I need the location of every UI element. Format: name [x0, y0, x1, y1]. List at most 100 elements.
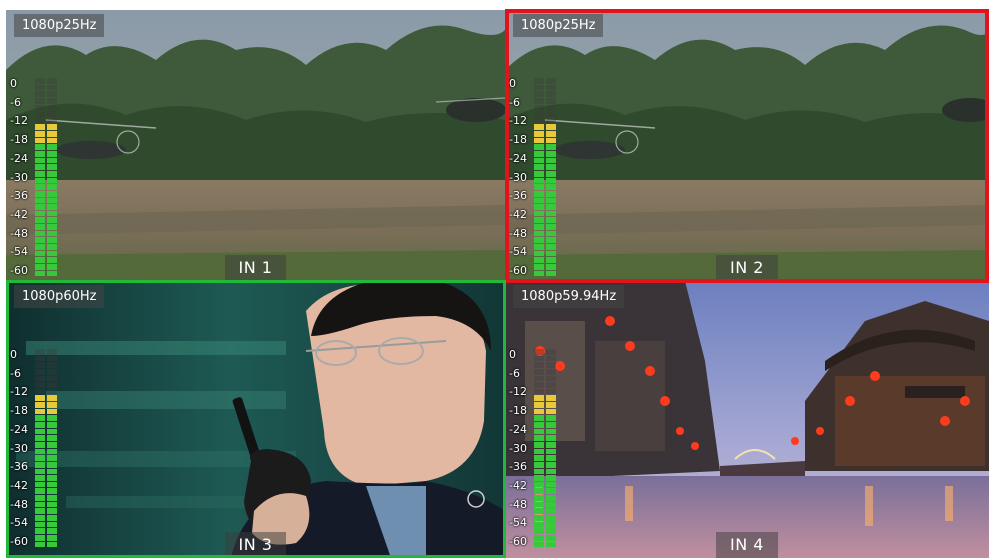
meter-segment: [47, 395, 57, 402]
meter-segment: [534, 270, 544, 277]
meter-segment: [546, 263, 556, 270]
meter-segment: [546, 428, 556, 435]
meter-bar-left: [534, 78, 544, 277]
input-tile-1[interactable]: 1080p25Hz 0 -6 -12 -18 -24 -30 -36 -42 -48 -54 -60…: [6, 10, 505, 281]
meter-segment: [546, 441, 556, 448]
meter-segment: [546, 521, 556, 528]
meter-segment: [47, 461, 57, 468]
meter-segment: [47, 415, 57, 422]
meter-segment: [35, 422, 45, 428]
meter-segment: [546, 131, 556, 137]
meter-segment: [534, 428, 544, 435]
meter-segment: [47, 441, 57, 448]
meter-segment: [47, 230, 57, 237]
meter-segment: [546, 375, 556, 382]
meter-segment: [534, 448, 544, 455]
audio-meter: 0 -6 -12 -18 -24 -30 -36 -42 -48 -54 -60: [509, 349, 561, 548]
meter-segment: [35, 461, 45, 468]
meter-segment: [35, 210, 45, 217]
meter-segment: [35, 515, 45, 521]
meter-scale: 0 -6 -12 -18 -24 -30 -36 -42 -48 -54 -60: [509, 78, 531, 276]
meter-segment: [47, 448, 57, 455]
meter-segment: [35, 250, 45, 257]
meter-segment: [47, 541, 57, 548]
meter-segment: [534, 375, 544, 382]
meter-tick-label: -6: [509, 367, 520, 380]
meter-segment: [47, 217, 57, 224]
meter-segment: [47, 144, 57, 151]
meter-bar-right: [546, 78, 556, 277]
meter-segment: [534, 395, 544, 402]
meter-segment: [534, 508, 544, 515]
meter-bar-left: [534, 349, 544, 548]
meter-segment: [534, 237, 544, 244]
meter-segment: [47, 124, 57, 131]
meter-segment: [546, 508, 556, 515]
meter-segment: [534, 515, 544, 521]
meter-segment: [35, 117, 45, 124]
meter-tick-label: -12: [509, 385, 527, 398]
meter-tick-label: -24: [509, 423, 527, 436]
meter-segment: [534, 402, 544, 408]
meter-segment: [35, 131, 45, 137]
meter-segment: [546, 210, 556, 217]
meter-segment: [35, 157, 45, 164]
audio-meter: 0 -6 -12 -18 -24 -30 -36 -42 -48 -54 -60: [10, 78, 62, 277]
meter-segment: [47, 84, 57, 91]
input-tile-4[interactable]: 1080p59.94Hz 0 -6 -12 -18 -24 -30 -36 -42 -48 -54…: [505, 281, 989, 558]
meter-tick-label: -12: [10, 385, 28, 398]
meter-segment: [35, 170, 45, 177]
meter-tick-label: -12: [509, 114, 527, 127]
meter-segment: [546, 270, 556, 277]
meter-segment: [546, 415, 556, 422]
meter-segment: [534, 111, 544, 117]
meter-tick-label: -42: [509, 208, 527, 221]
meter-segment: [546, 124, 556, 131]
meter-segment: [534, 435, 544, 441]
meter-segment: [47, 521, 57, 528]
meter-segment: [546, 435, 556, 441]
meter-segment: [546, 461, 556, 468]
meter-segment: [35, 78, 45, 84]
meter-segment: [546, 117, 556, 124]
multiviewer: 1080p25Hz 0 -6 -12 -18 -24 -30 -36 -42 -48 -54 -60…: [0, 0, 989, 558]
meter-segment: [35, 104, 45, 111]
meter-segment: [534, 117, 544, 124]
meter-tick-label: -30: [509, 442, 527, 455]
meter-segment: [534, 104, 544, 111]
meter-segment: [534, 521, 544, 528]
input-tile-3[interactable]: 1080p60Hz 0 -6 -12 -18 -24 -30 -36 -42 -48 -54 -60…: [6, 281, 505, 558]
meter-tick-label: -48: [10, 227, 28, 240]
meter-tick-label: 0: [509, 77, 516, 90]
meter-segment: [534, 197, 544, 204]
meter-segment: [546, 111, 556, 117]
meter-segment: [546, 151, 556, 157]
meter-segment: [546, 84, 556, 91]
meter-segment: [546, 534, 556, 541]
meter-segment: [546, 408, 556, 415]
meter-segment: [35, 395, 45, 402]
input-tile-2[interactable]: 1080p25Hz 0 -6 -12 -18 -24 -30 -36 -42 -48 -54 -60…: [505, 10, 989, 281]
meter-tick-label: -60: [509, 535, 527, 548]
meter-segment: [534, 224, 544, 230]
meter-tick-label: -18: [509, 133, 527, 146]
meter-segment: [534, 468, 544, 475]
meter-segment: [47, 190, 57, 197]
meter-scale: 0 -6 -12 -18 -24 -30 -36 -42 -48 -54 -60: [10, 78, 32, 276]
meter-segment: [546, 224, 556, 230]
meter-bar-left: [35, 349, 45, 548]
meter-segment: [47, 117, 57, 124]
meter-segment: [546, 402, 556, 408]
meter-segment: [546, 355, 556, 362]
meter-segment: [47, 250, 57, 257]
meter-segment: [35, 355, 45, 362]
meter-segment: [35, 270, 45, 277]
meter-tick-label: -36: [10, 189, 28, 202]
meter-segment: [546, 204, 556, 210]
meter-segment: [546, 362, 556, 368]
meter-tick-label: -42: [10, 479, 28, 492]
meter-segment: [534, 541, 544, 548]
meter-segment: [546, 237, 556, 244]
meter-segment: [534, 495, 544, 501]
meter-tick-label: -48: [509, 498, 527, 511]
